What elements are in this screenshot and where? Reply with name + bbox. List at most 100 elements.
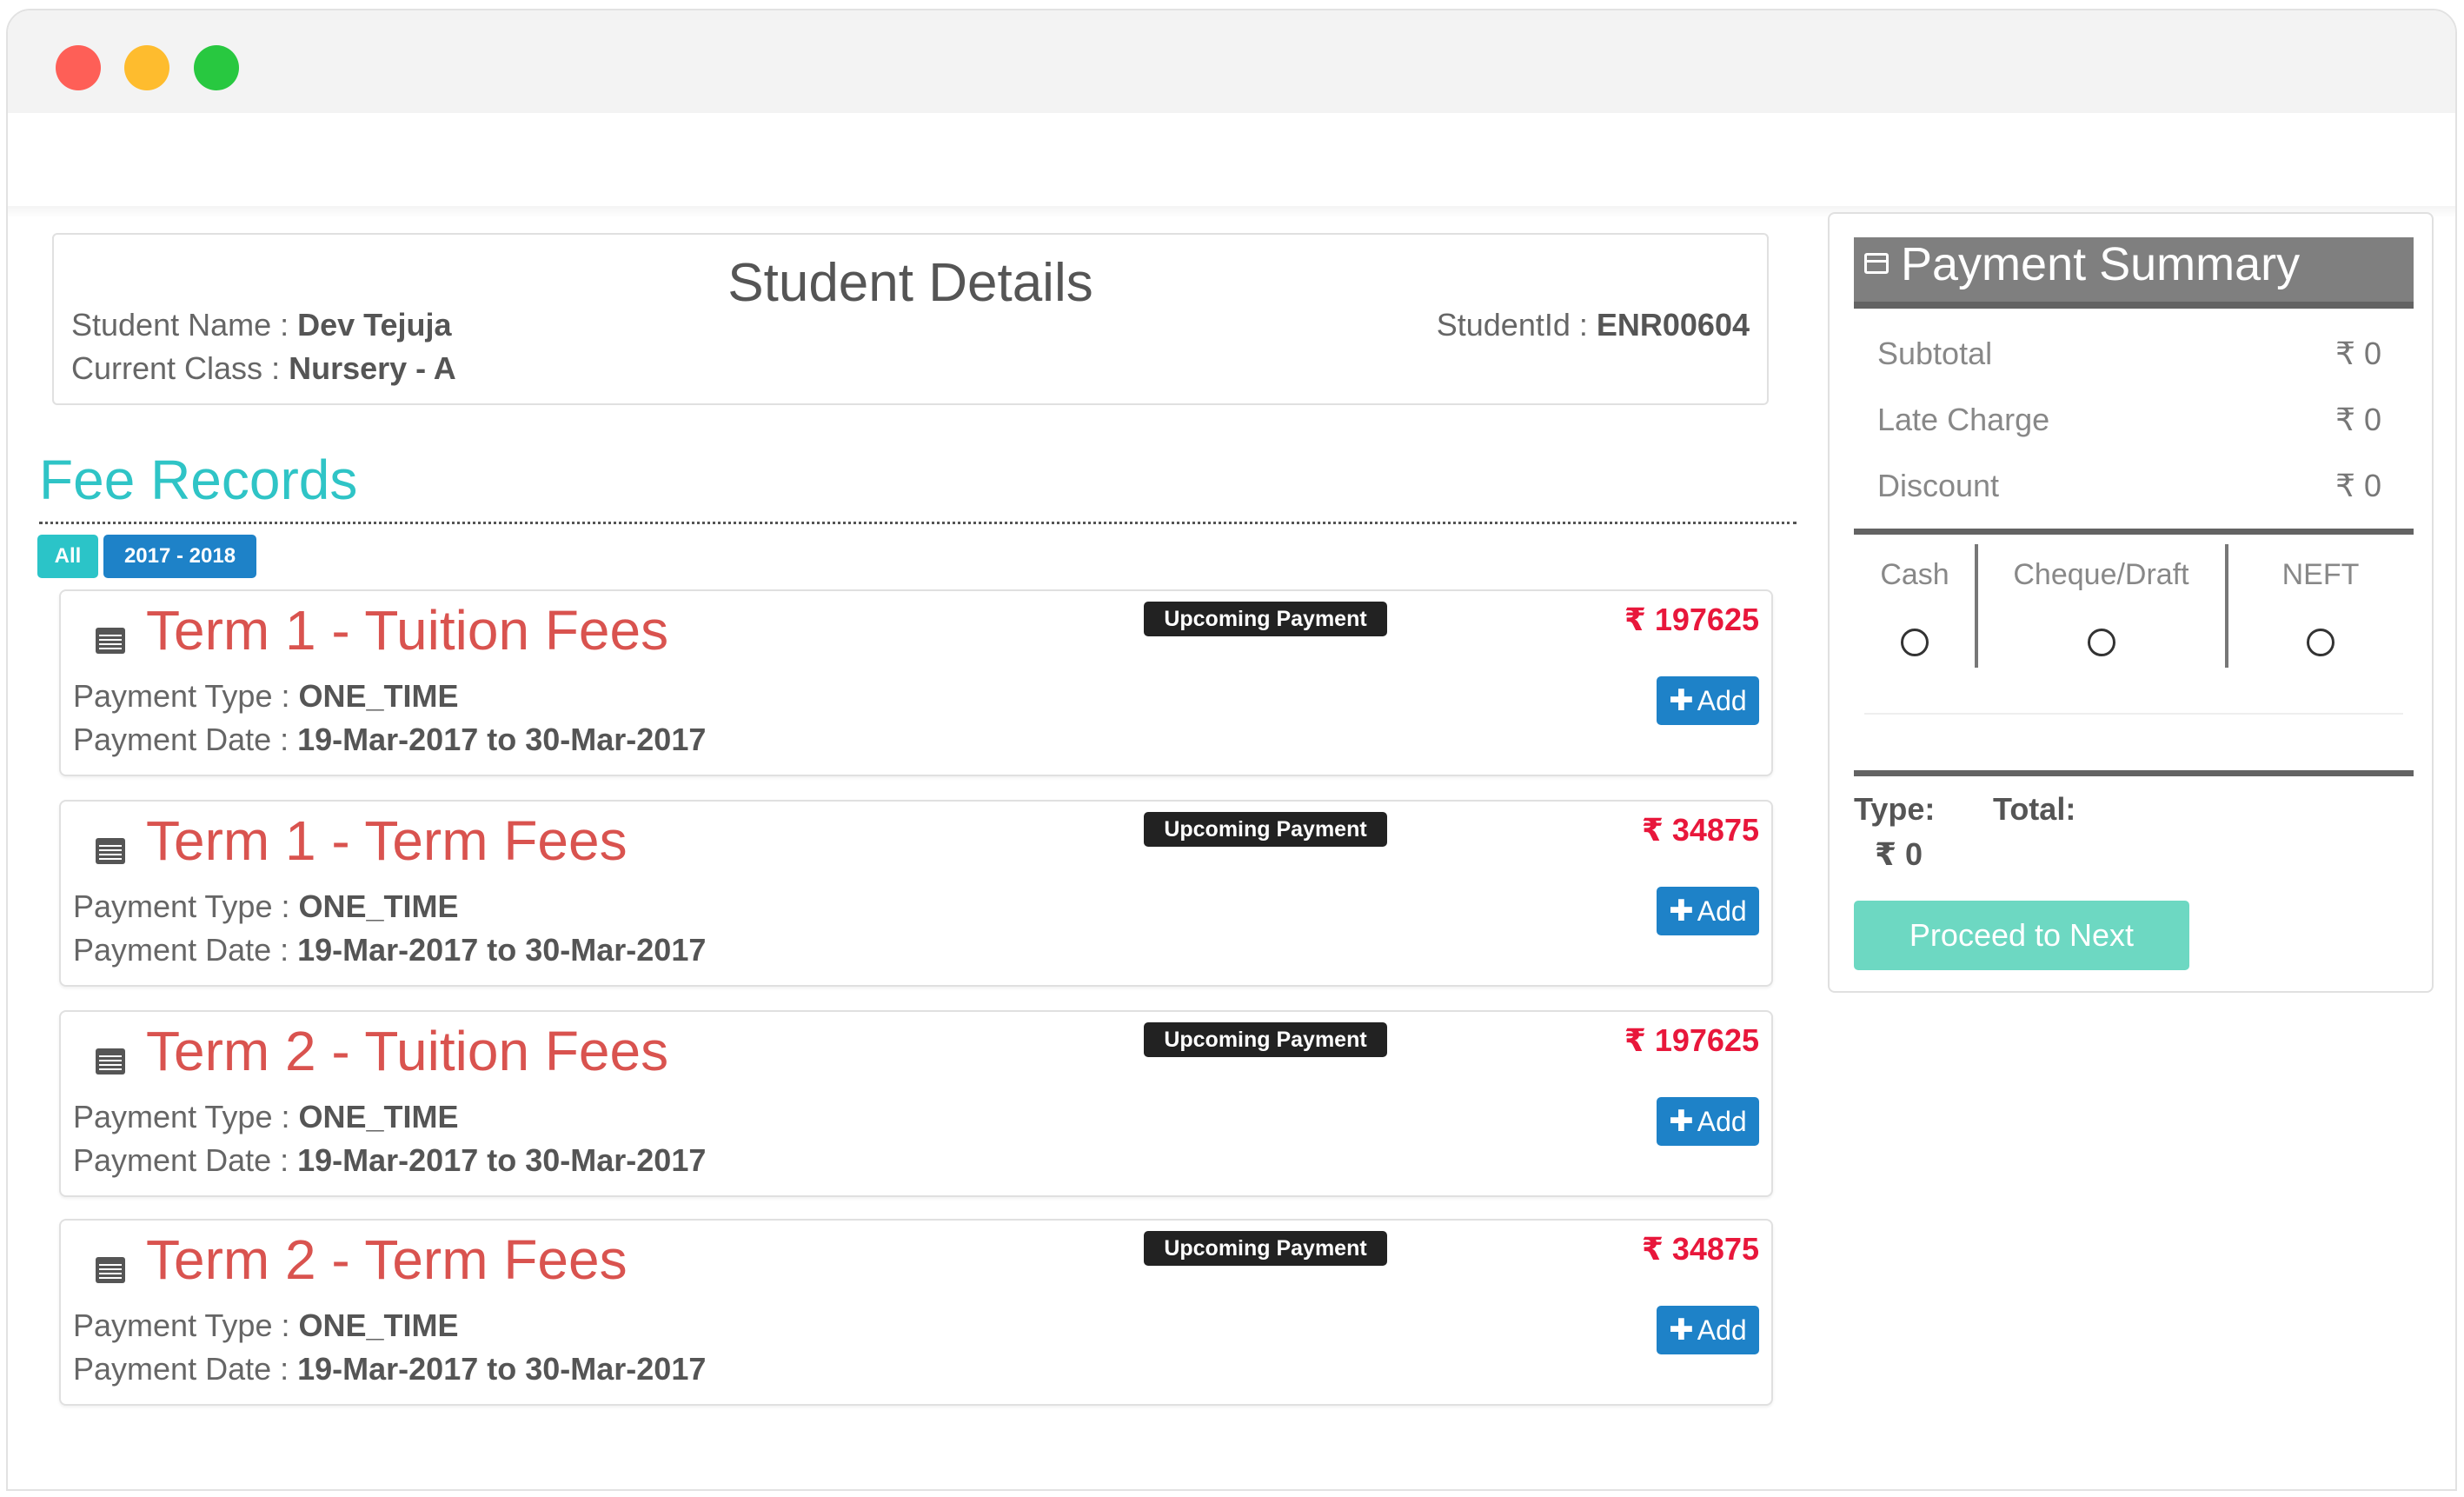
summary-label: Late Charge (1877, 402, 2050, 437)
payment-type-value: ONE_TIME (298, 1099, 459, 1134)
payment-date-label: Payment Date : (73, 722, 298, 757)
fee-records-heading: Fee Records (39, 449, 358, 511)
minimize-window-button[interactable] (124, 45, 169, 90)
student-id: StudentId : ENR00604 (1437, 307, 1750, 343)
payment-date-value: 19-Mar-2017 to 30-Mar-2017 (297, 1142, 707, 1178)
student-name-label: Student Name : (71, 307, 298, 343)
list-icon (96, 1048, 125, 1075)
payment-date-value: 19-Mar-2017 to 30-Mar-2017 (297, 722, 707, 757)
summary-row-late-charge: Late Charge ₹ 0 (1877, 402, 2381, 438)
fee-amount: ₹ 34875 (1641, 812, 1759, 848)
fee-card: Term 2 - Term Fees Upcoming Payment ₹ 34… (59, 1219, 1773, 1406)
fee-title: Term 2 - Term Fees (146, 1228, 628, 1291)
payment-date-label: Payment Date : (73, 932, 298, 968)
summary-label: Discount (1877, 468, 2000, 503)
summary-value: ₹ 0 (2335, 336, 2381, 371)
payment-type-label: Payment Type : (73, 1307, 299, 1343)
payment-mode-label: NEFT (2281, 558, 2360, 591)
payment-mode-cash[interactable]: Cash (1854, 542, 1976, 669)
fee-title: Term 2 - Tuition Fees (146, 1020, 669, 1082)
add-label: Add (1697, 684, 1747, 716)
summary-row-discount: Discount ₹ 0 (1877, 468, 2381, 504)
proceed-to-next-button[interactable]: Proceed to Next (1854, 901, 2189, 970)
fee-title: Term 1 - Tuition Fees (146, 599, 669, 662)
add-fee-button[interactable]: ✚ Add (1657, 676, 1759, 725)
total-value: ₹ 0 (1875, 836, 1923, 872)
fee-card: Term 1 - Tuition Fees Upcoming Payment ₹… (59, 589, 1773, 776)
close-window-button[interactable] (56, 45, 101, 90)
cheque-radio[interactable] (2087, 629, 2115, 656)
plus-icon: ✚ (1669, 1105, 1694, 1138)
window-titlebar (8, 10, 2455, 113)
maximize-window-button[interactable] (194, 45, 239, 90)
payment-date: Payment Date : 19-Mar-2017 to 30-Mar-201… (73, 1351, 706, 1387)
summary-thin-divider (1864, 713, 2403, 715)
payment-date: Payment Date : 19-Mar-2017 to 30-Mar-201… (73, 1142, 706, 1179)
total-label: Total: (1993, 791, 2076, 827)
payment-mode-label: Cheque/Draft (2013, 558, 2189, 591)
add-label: Add (1697, 1105, 1747, 1137)
add-label: Add (1697, 1314, 1747, 1346)
type-label: Type: (1854, 791, 1936, 827)
payment-type-value: ONE_TIME (298, 1307, 459, 1343)
plus-icon: ✚ (1669, 684, 1694, 717)
credit-card-icon (1864, 253, 1889, 274)
student-name-value: Dev Tejuja (297, 307, 452, 343)
student-name: Student Name : Dev Tejuja (71, 307, 452, 343)
payment-mode-cheque[interactable]: Cheque/Draft (1977, 542, 2225, 669)
student-id-value: ENR00604 (1596, 307, 1750, 343)
add-label: Add (1697, 895, 1747, 927)
payment-type: Payment Type : ONE_TIME (73, 1307, 459, 1344)
summary-divider (1854, 529, 2414, 535)
filter-all-button[interactable]: All (37, 535, 98, 578)
plus-icon: ✚ (1669, 895, 1694, 928)
summary-value: ₹ 0 (2335, 468, 2381, 503)
fee-card: Term 2 - Tuition Fees Upcoming Payment ₹… (59, 1010, 1773, 1197)
payment-date-value: 19-Mar-2017 to 30-Mar-2017 (297, 1351, 707, 1387)
fee-title: Term 1 - Term Fees (146, 809, 628, 872)
payment-mode-neft[interactable]: NEFT (2228, 542, 2414, 669)
summary-label: Subtotal (1877, 336, 1993, 371)
payment-type-label: Payment Type : (73, 1099, 299, 1134)
fee-amount: ₹ 197625 (1624, 602, 1759, 637)
list-icon (96, 628, 125, 654)
status-badge: Upcoming Payment (1144, 1231, 1387, 1266)
summary-value: ₹ 0 (2335, 402, 2381, 437)
add-fee-button[interactable]: ✚ Add (1657, 1306, 1759, 1354)
student-details-title: Student Details (727, 253, 1093, 313)
payment-summary-title: Payment Summary (1901, 238, 2301, 290)
fee-card: Term 1 - Term Fees Upcoming Payment ₹ 34… (59, 800, 1773, 987)
payment-type: Payment Type : ONE_TIME (73, 678, 459, 715)
payment-mode-label: Cash (1880, 558, 1949, 591)
list-icon (96, 838, 125, 864)
payment-date: Payment Date : 19-Mar-2017 to 30-Mar-201… (73, 932, 706, 968)
cash-radio[interactable] (1901, 629, 1929, 656)
payment-type-value: ONE_TIME (298, 888, 459, 924)
payment-type-label: Payment Type : (73, 888, 299, 924)
fee-amount: ₹ 34875 (1641, 1231, 1759, 1267)
payment-date-value: 19-Mar-2017 to 30-Mar-2017 (297, 932, 707, 968)
summary-divider (1854, 770, 2414, 776)
neft-radio[interactable] (2307, 629, 2334, 656)
payment-date-label: Payment Date : (73, 1351, 298, 1387)
status-badge: Upcoming Payment (1144, 812, 1387, 847)
payment-summary-panel: Payment Summary Subtotal ₹ 0 Late Charge… (1828, 212, 2434, 993)
filter-year-button[interactable]: 2017 - 2018 (103, 535, 256, 578)
add-fee-button[interactable]: ✚ Add (1657, 1097, 1759, 1146)
current-class-value: Nursery - A (289, 350, 456, 386)
summary-row-subtotal: Subtotal ₹ 0 (1877, 336, 2381, 372)
payment-date-label: Payment Date : (73, 1142, 298, 1178)
add-fee-button[interactable]: ✚ Add (1657, 887, 1759, 935)
status-badge: Upcoming Payment (1144, 602, 1387, 636)
fee-records-divider (39, 522, 1797, 524)
student-details-card: Student Details Student Name : Dev Tejuj… (52, 233, 1769, 405)
list-icon (96, 1257, 125, 1283)
payment-type-value: ONE_TIME (298, 678, 459, 714)
payment-type-label: Payment Type : (73, 678, 299, 714)
status-badge: Upcoming Payment (1144, 1022, 1387, 1057)
payment-date: Payment Date : 19-Mar-2017 to 30-Mar-201… (73, 722, 706, 758)
payment-type: Payment Type : ONE_TIME (73, 888, 459, 925)
payment-type: Payment Type : ONE_TIME (73, 1099, 459, 1135)
student-id-label: StudentId : (1436, 307, 1597, 343)
plus-icon: ✚ (1669, 1314, 1694, 1347)
